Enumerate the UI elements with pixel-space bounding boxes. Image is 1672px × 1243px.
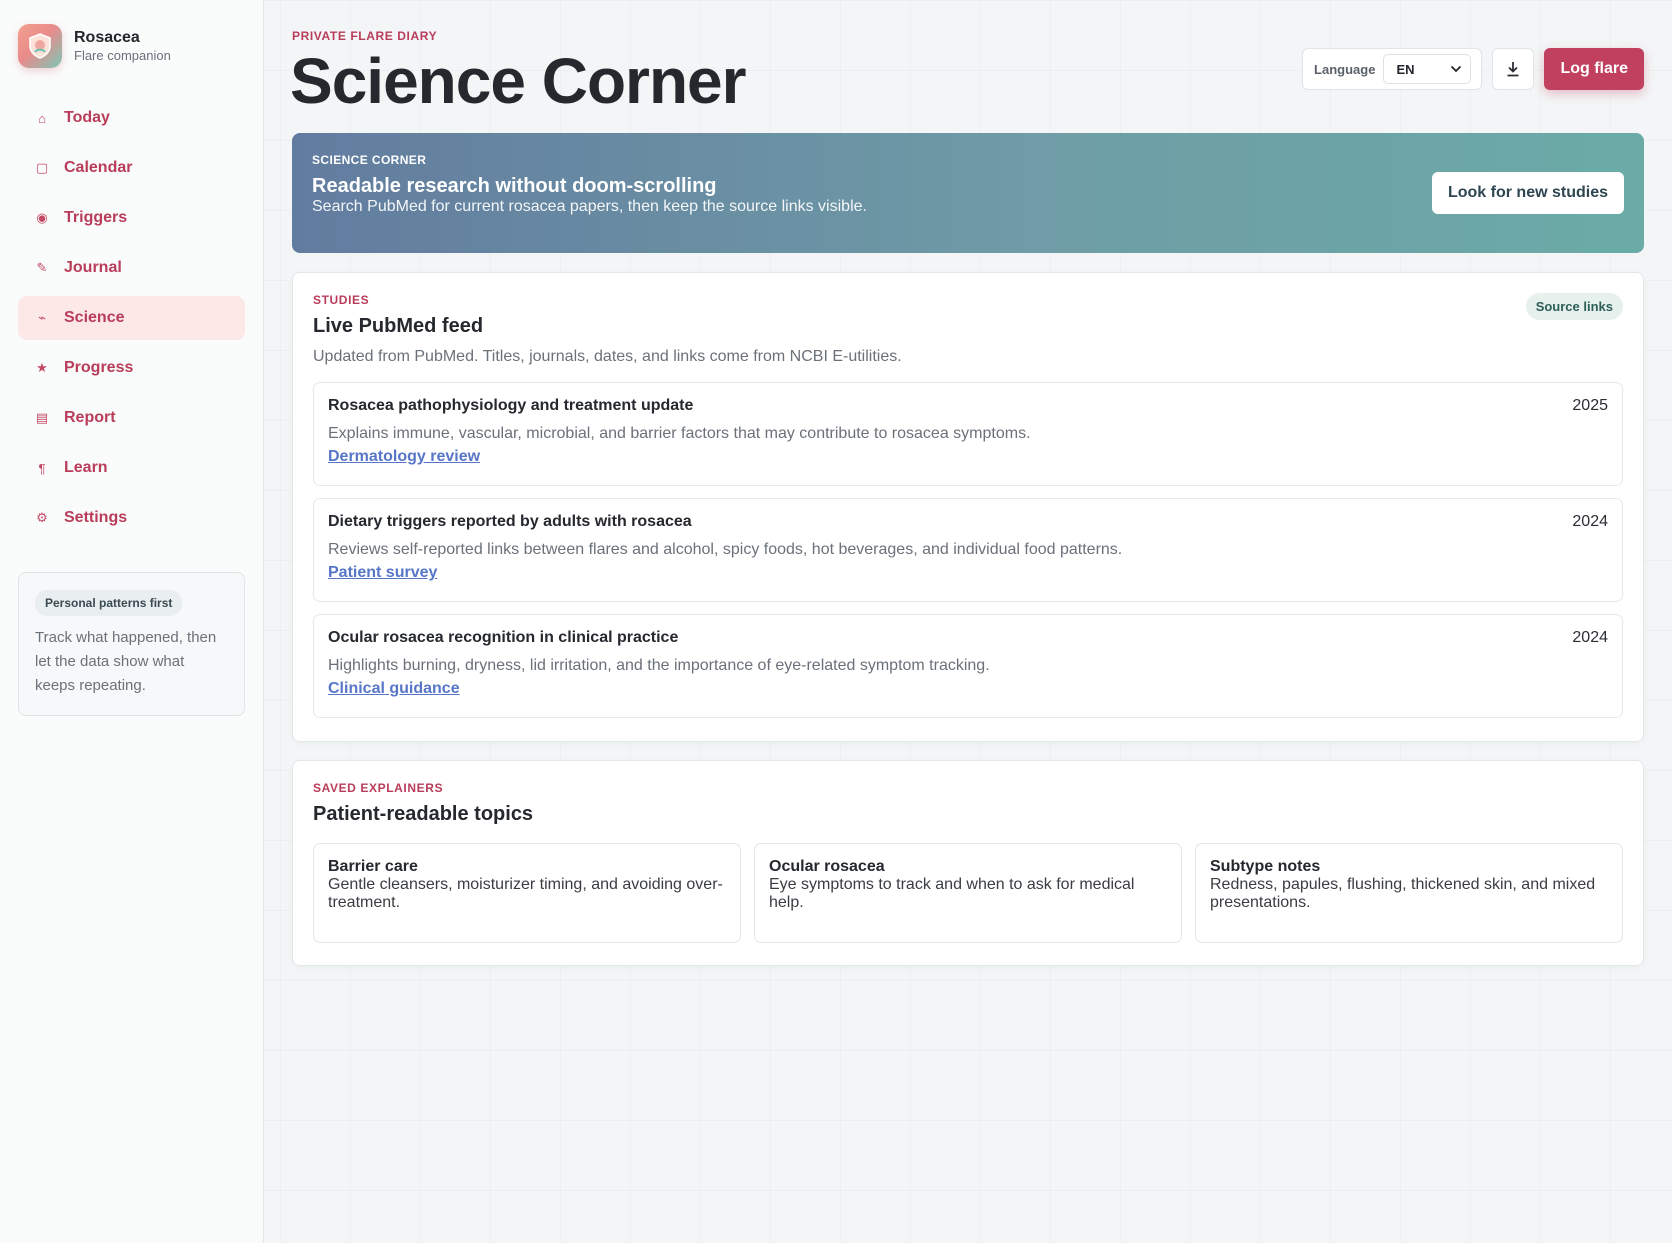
study-year: 2024	[1572, 629, 1608, 646]
topic-title: Subtype notes	[1210, 858, 1321, 875]
study-link[interactable]: Dermatology review	[328, 448, 480, 466]
sidebar-item-label: Science	[64, 309, 125, 326]
explainers-panel: SAVED EXPLAINERS Patient-readable topics…	[292, 760, 1644, 966]
target-icon: ◉	[36, 210, 48, 225]
sidebar-item-label: Journal	[64, 259, 122, 276]
studies-description: Updated from PubMed. Titles, journals, d…	[313, 348, 902, 365]
study-year: 2025	[1572, 397, 1608, 414]
study-card: Rosacea pathophysiology and treatment up…	[313, 382, 1623, 486]
sidebar-item-report[interactable]: ▤ Report	[18, 396, 245, 440]
chevron-down-icon	[1451, 65, 1462, 73]
topic-text: Eye symptoms to track and when to ask fo…	[769, 876, 1135, 911]
hero-subtitle: Search PubMed for current rosacea papers…	[312, 198, 867, 215]
sidebar-item-progress[interactable]: ★ Progress	[18, 346, 245, 390]
language-select[interactable]: EN	[1383, 54, 1472, 84]
topic-card[interactable]: Ocular rosacea Eye symptoms to track and…	[754, 843, 1182, 943]
app-subtitle: Flare companion	[74, 48, 171, 63]
pencil-icon: ✎	[36, 260, 48, 275]
sidebar-item-label: Triggers	[64, 209, 128, 226]
sidebar-item-label: Report	[64, 409, 116, 426]
explainers-kicker: SAVED EXPLAINERS	[313, 781, 444, 795]
report-icon: ▤	[35, 410, 49, 425]
studies-title: Live PubMed feed	[313, 315, 484, 337]
language-control: Language EN	[1302, 48, 1483, 90]
sidebar: Rosacea Flare companion ⌂ Today ▢ Calend…	[0, 0, 264, 1243]
page-kicker: PRIVATE FLARE DIARY	[292, 29, 438, 43]
star-icon: ★	[36, 360, 48, 375]
download-button[interactable]	[1492, 48, 1535, 90]
study-description: Reviews self-reported links between flar…	[328, 541, 1123, 558]
log-flare-button[interactable]: Log flare	[1544, 48, 1644, 90]
hero-kicker: SCIENCE CORNER	[312, 153, 427, 167]
topic-text: Redness, papules, flushing, thickened sk…	[1210, 876, 1596, 911]
science-icon: ⌁	[38, 310, 46, 325]
studies-panel: STUDIES Live PubMed feed Updated from Pu…	[292, 272, 1644, 742]
patterns-badge: Personal patterns first	[35, 590, 183, 616]
language-label: Language	[1314, 61, 1376, 77]
topic-title: Ocular rosacea	[769, 858, 885, 875]
page-title: Science Corner	[290, 45, 747, 117]
sidebar-item-journal[interactable]: ✎ Journal	[18, 246, 245, 290]
look-for-studies-button[interactable]: Look for new studies	[1431, 172, 1624, 214]
sidebar-item-label: Progress	[64, 359, 134, 376]
topic-text: Gentle cleansers, moisturizer timing, an…	[328, 876, 723, 911]
study-description: Explains immune, vascular, microbial, an…	[328, 425, 1031, 442]
app-name: Rosacea	[74, 29, 140, 46]
topic-card[interactable]: Barrier care Gentle cleansers, moisturiz…	[313, 843, 741, 943]
sidebar-item-label: Today	[64, 109, 110, 126]
sidebar-item-learn[interactable]: ¶ Learn	[18, 446, 245, 490]
sidebar-item-science[interactable]: ⌁ Science	[18, 296, 245, 340]
topic-card[interactable]: Subtype notes Redness, papules, flushing…	[1195, 843, 1623, 943]
calendar-icon: ▢	[35, 160, 49, 175]
study-title: Rosacea pathophysiology and treatment up…	[328, 397, 694, 414]
study-card: Dietary triggers reported by adults with…	[313, 498, 1623, 602]
studies-kicker: STUDIES	[313, 293, 370, 307]
brand[interactable]: Rosacea Flare companion	[18, 24, 171, 68]
gear-icon: ⚙	[36, 510, 48, 525]
study-year: 2024	[1572, 513, 1608, 530]
sidebar-item-label: Calendar	[64, 159, 133, 176]
top-actions: Language EN Log flare	[1302, 48, 1644, 90]
sidebar-item-label: Learn	[64, 459, 108, 476]
science-hero: SCIENCE CORNER Readable research without…	[292, 133, 1644, 253]
sidebar-item-today[interactable]: ⌂ Today	[18, 96, 245, 140]
hero-title: Readable research without doom-scrolling	[312, 175, 717, 197]
home-icon: ⌂	[38, 110, 46, 126]
sidebar-nav: ⌂ Today ▢ Calendar ◉ Triggers ✎ Journal …	[18, 96, 245, 546]
source-links-badge: Source links	[1525, 293, 1623, 320]
topic-list: Barrier care Gentle cleansers, moisturiz…	[313, 843, 1623, 943]
patterns-card: Personal patterns first Track what happe…	[18, 572, 245, 716]
explainers-title: Patient-readable topics	[313, 803, 534, 825]
sidebar-item-triggers[interactable]: ◉ Triggers	[18, 196, 245, 240]
study-title: Dietary triggers reported by adults with…	[328, 513, 692, 530]
sidebar-item-settings[interactable]: ⚙ Settings	[18, 496, 245, 540]
sidebar-item-calendar[interactable]: ▢ Calendar	[18, 146, 245, 190]
study-link[interactable]: Clinical guidance	[328, 680, 460, 698]
app-logo-icon	[18, 24, 62, 68]
download-icon	[1507, 62, 1519, 77]
sidebar-item-label: Settings	[64, 509, 128, 526]
patterns-text: Track what happened, then let the data s…	[35, 629, 217, 694]
study-description: Highlights burning, dryness, lid irritat…	[328, 657, 990, 674]
topic-title: Barrier care	[328, 858, 418, 875]
study-link[interactable]: Patient survey	[328, 564, 437, 582]
paragraph-icon: ¶	[38, 460, 46, 476]
study-title: Ocular rosacea recognition in clinical p…	[328, 629, 679, 646]
study-card: Ocular rosacea recognition in clinical p…	[313, 614, 1623, 718]
language-value: EN	[1396, 61, 1415, 77]
